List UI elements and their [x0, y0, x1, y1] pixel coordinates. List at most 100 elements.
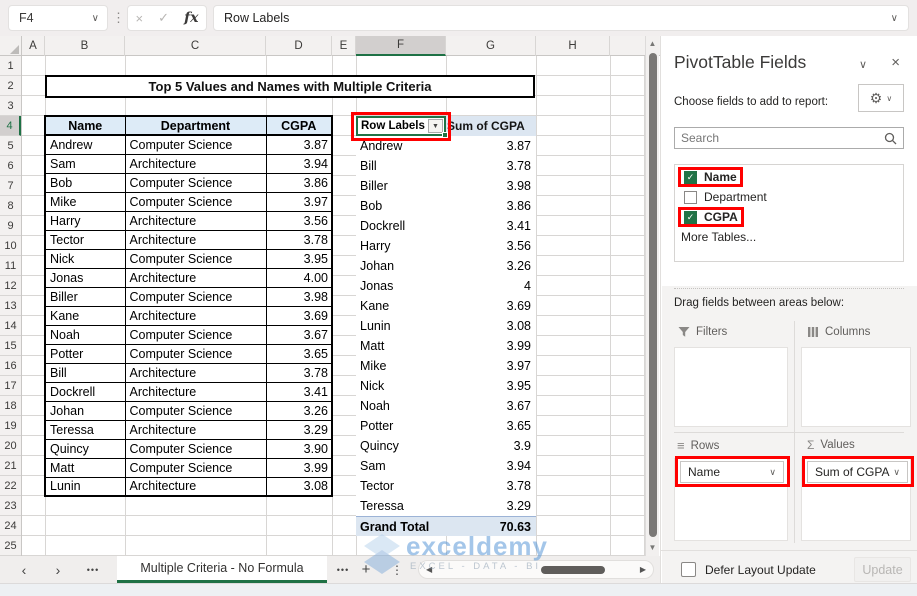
data-table-cell[interactable]: Kane	[44, 305, 126, 326]
tools-button[interactable]: ⚙ ∨	[858, 84, 904, 112]
data-table-cell[interactable]: 3.29	[265, 419, 333, 440]
columns-drop-area[interactable]	[801, 347, 911, 427]
field-search-box[interactable]	[674, 127, 904, 149]
data-table-cell[interactable]: Teressa	[44, 419, 126, 440]
field-checkbox-department[interactable]	[684, 190, 697, 204]
row-header-17[interactable]: 17	[0, 376, 21, 396]
field-item-cgpa[interactable]: ✓ CGPA	[675, 207, 903, 227]
row-header-16[interactable]: 16	[0, 356, 21, 376]
pivot-row-value[interactable]: 3.97	[446, 356, 536, 376]
vertical-scrollbar[interactable]: ▲ ▼	[645, 36, 659, 556]
pivot-row-value[interactable]: 3.98	[446, 176, 536, 196]
data-table-cell[interactable]: Andrew	[44, 134, 126, 155]
pivot-row-label[interactable]: Tector	[356, 476, 446, 496]
row-header-11[interactable]: 11	[0, 256, 21, 276]
vertical-scrollbar-thumb[interactable]	[649, 53, 657, 537]
pivot-row-value[interactable]: 3.29	[446, 496, 536, 516]
pivot-row-value[interactable]: 3.94	[446, 456, 536, 476]
pivot-row-value[interactable]: 3.95	[446, 376, 536, 396]
data-table-cell[interactable]: 3.98	[265, 286, 333, 307]
field-item-department[interactable]: Department	[675, 187, 903, 207]
pivot-row-value[interactable]: 3.67	[446, 396, 536, 416]
tab-options-icon[interactable]: ⋮	[390, 556, 404, 583]
data-table-cell[interactable]: Johan	[44, 400, 126, 421]
scroll-up-icon[interactable]: ▲	[646, 39, 659, 48]
data-table-cell[interactable]: Biller	[44, 286, 126, 307]
data-table-cell[interactable]: Architecture	[124, 419, 267, 440]
data-table-cell[interactable]: Tector	[44, 229, 126, 250]
data-table-cell[interactable]: Architecture	[124, 381, 267, 402]
more-tables-link[interactable]: More Tables...	[675, 227, 903, 244]
search-input[interactable]	[675, 131, 884, 145]
pivot-row-value[interactable]: 3.41	[446, 216, 536, 236]
data-table-cell[interactable]: Computer Science	[124, 438, 267, 459]
data-table-cell[interactable]: Mike	[44, 191, 126, 212]
pivot-row-label[interactable]: Kane	[356, 296, 446, 316]
pivot-row-value[interactable]: 3.69	[446, 296, 536, 316]
data-table-cell[interactable]: Harry	[44, 210, 126, 231]
scroll-down-icon[interactable]: ▼	[646, 543, 659, 552]
data-table-cell[interactable]: Architecture	[124, 210, 267, 231]
row-header-14[interactable]: 14	[0, 316, 21, 336]
data-table-cell[interactable]: 3.78	[265, 229, 333, 250]
data-table-cell[interactable]: 3.87	[265, 134, 333, 155]
pivot-row-label[interactable]: Sam	[356, 456, 446, 476]
data-table-cell[interactable]: 3.56	[265, 210, 333, 231]
data-table-cell[interactable]: 3.67	[265, 324, 333, 345]
more-sheets-icon[interactable]: •••	[330, 556, 356, 583]
horizontal-scrollbar[interactable]: ◀ ▶	[418, 560, 654, 579]
cancel-icon[interactable]: ×	[136, 11, 144, 26]
sheet-title-cell[interactable]: Top 5 Values and Names with Multiple Cri…	[45, 75, 535, 98]
panel-close-icon[interactable]: ×	[891, 54, 900, 71]
next-sheet-icon[interactable]: ›	[48, 556, 68, 583]
data-table-cell[interactable]: 3.97	[265, 191, 333, 212]
field-item-name[interactable]: ✓ Name	[675, 167, 903, 187]
data-table-cell[interactable]: 3.26	[265, 400, 333, 421]
row-header-1[interactable]: 1	[0, 56, 21, 76]
data-table-cell[interactable]: Noah	[44, 324, 126, 345]
row-header-2[interactable]: 2	[0, 76, 21, 96]
row-header-25[interactable]: 25	[0, 536, 21, 556]
row-header-4[interactable]: 4	[0, 116, 21, 136]
data-table-cell[interactable]: Computer Science	[124, 191, 267, 212]
pivot-row-label[interactable]: Bob	[356, 196, 446, 216]
pivot-row-value[interactable]: 3.87	[446, 136, 536, 156]
row-header-5[interactable]: 5	[0, 136, 21, 156]
pivot-row-value[interactable]: 3.08	[446, 316, 536, 336]
row-header-18[interactable]: 18	[0, 396, 21, 416]
pivot-row-label[interactable]: Teressa	[356, 496, 446, 516]
formula-bar[interactable]: Row Labels ∨	[213, 5, 909, 31]
pivot-row-label[interactable]: Jonas	[356, 276, 446, 296]
row-header-20[interactable]: 20	[0, 436, 21, 456]
data-table-cell[interactable]: Bill	[44, 362, 126, 383]
prev-sheet-icon[interactable]: ‹	[14, 556, 34, 583]
data-table-cell[interactable]: Sam	[44, 153, 126, 174]
select-all-corner[interactable]	[0, 36, 22, 56]
row-header-7[interactable]: 7	[0, 176, 21, 196]
row-header-9[interactable]: 9	[0, 216, 21, 236]
pivot-row-value[interactable]: 3.78	[446, 156, 536, 176]
pivot-row-value[interactable]: 3.56	[446, 236, 536, 256]
formula-bar-expand-icon[interactable]: ∨	[891, 13, 908, 24]
column-header-A[interactable]: A	[22, 36, 45, 56]
pivot-row-value[interactable]: 4	[446, 276, 536, 296]
data-table-cell[interactable]: Potter	[44, 343, 126, 364]
active-sheet-tab[interactable]: Multiple Criteria - No Formula	[117, 556, 327, 583]
pivot-row-value[interactable]: 3.9	[446, 436, 536, 456]
data-table-cell[interactable]: 3.69	[265, 305, 333, 326]
data-table-cell[interactable]: Computer Science	[124, 172, 267, 193]
pivot-row-label[interactable]: Matt	[356, 336, 446, 356]
filters-drop-area[interactable]	[674, 347, 788, 427]
column-header-B[interactable]: B	[45, 36, 125, 56]
update-button[interactable]: Update	[854, 557, 911, 582]
data-table-cell[interactable]: Architecture	[124, 305, 267, 326]
horizontal-scrollbar-thumb[interactable]	[541, 566, 605, 574]
row-header-10[interactable]: 10	[0, 236, 21, 256]
row-header-22[interactable]: 22	[0, 476, 21, 496]
row-header-21[interactable]: 21	[0, 456, 21, 476]
row-header-24[interactable]: 24	[0, 516, 21, 536]
row-header-6[interactable]: 6	[0, 156, 21, 176]
pivot-row-label[interactable]: Noah	[356, 396, 446, 416]
data-table-cell[interactable]: Dockrell	[44, 381, 126, 402]
column-header-H[interactable]: H	[536, 36, 610, 56]
